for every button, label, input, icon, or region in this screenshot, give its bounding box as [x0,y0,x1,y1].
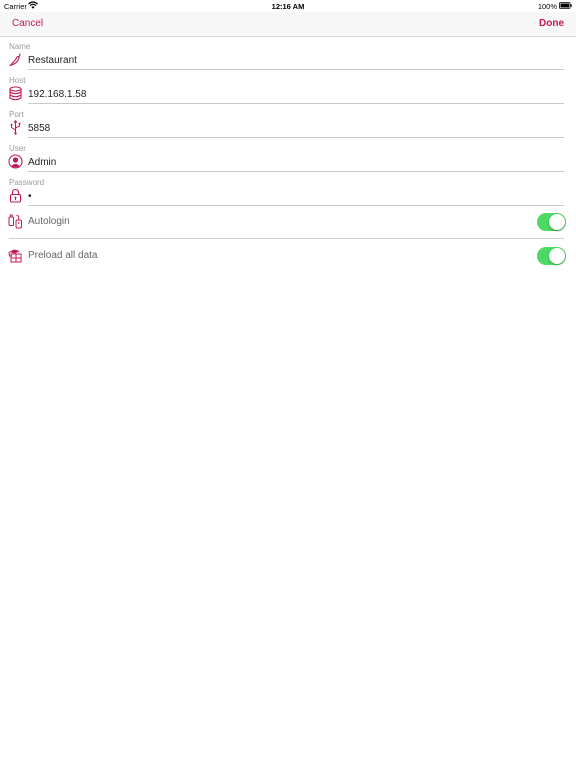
user-input[interactable] [28,155,558,169]
divider [28,69,564,70]
port-label: Port [9,110,24,119]
toggle-knob [549,214,565,230]
autologin-toggle[interactable] [537,213,566,231]
divider [28,137,564,138]
user-field-row: User [0,139,576,173]
toggle-knob [549,248,565,264]
user-label: User [9,144,26,153]
autologin-label: Autologin [28,216,70,227]
autologin-row: Autologin [0,205,576,239]
usb-icon [10,120,21,135]
autologin-icon [8,214,22,229]
done-button[interactable]: Done [539,18,564,29]
divider [28,103,564,104]
divider [28,171,564,172]
cancel-button[interactable]: Cancel [12,18,43,29]
status-time: 12:16 AM [271,2,305,11]
name-field-row: Name [0,37,576,71]
preload-icon [8,249,22,263]
port-field-row: Port [0,105,576,139]
password-field-row: Password [0,173,576,207]
status-bar: Carrier 12:16 AM 100% [0,0,576,12]
navigation-bar: Cancel Done [0,12,576,37]
host-label: Host [9,76,26,85]
password-input[interactable] [28,189,558,203]
chili-pepper-icon [9,53,21,67]
preload-row: Preload all data [0,239,576,273]
password-label: Password [9,178,45,187]
preload-label: Preload all data [28,250,98,261]
name-input[interactable] [28,53,558,67]
host-input[interactable] [28,87,558,101]
battery-percentage: 100% [537,2,557,11]
host-field-row: Host [0,71,576,105]
port-input[interactable] [28,121,558,135]
user-icon [8,154,23,169]
battery-icon [559,2,572,9]
lock-icon [9,188,22,203]
database-icon [9,86,22,101]
name-label: Name [9,42,31,51]
preload-toggle[interactable] [537,247,566,265]
